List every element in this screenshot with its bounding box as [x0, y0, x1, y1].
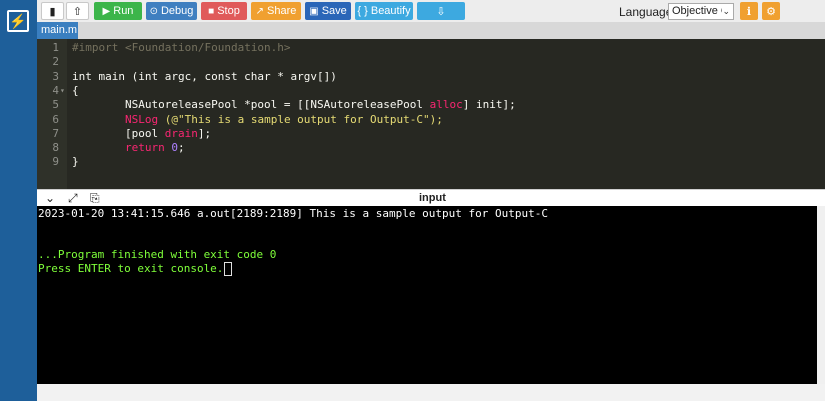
chevron-down-icon: ⌄ — [722, 4, 730, 19]
code-line-9: } — [72, 155, 79, 169]
line-number: 5 — [52, 98, 59, 112]
input-tab[interactable]: input — [419, 192, 446, 204]
import-directive: #import — [72, 41, 119, 54]
info-icon: ℹ — [746, 5, 752, 18]
console-cursor — [224, 262, 233, 276]
output-console[interactable]: 2023-01-20 13:41:15.646 a.out[2189:2189]… — [37, 206, 817, 384]
code-line-1: #import <Foundation/Foundation.h> — [72, 41, 291, 55]
fold-arrow-icon[interactable]: ▾ — [60, 86, 65, 95]
alloc-method: alloc — [429, 98, 463, 112]
upload-icon: ⇧ — [72, 5, 83, 18]
file-icon: ▮ — [49, 5, 56, 18]
line-number: 9 — [52, 155, 59, 169]
code-editor[interactable]: 1 2 3 4 ▾ 5 6 7 8 9 #import <Foundation/… — [37, 39, 825, 189]
share-label: Share — [267, 5, 297, 17]
language-select[interactable]: Objective C ⌄ — [668, 3, 734, 20]
line-number: 6 — [52, 112, 59, 126]
console-output-line: 2023-01-20 13:41:15.646 a.out[2189:2189]… — [38, 207, 548, 220]
code-text: ] init]; — [462, 98, 516, 112]
debug-button[interactable]: ⊙ Debug — [146, 2, 197, 20]
number-literal: 0 — [171, 141, 178, 155]
download-button[interactable]: ⇩ — [417, 2, 465, 20]
code-line-5: NSAutoreleasePool *pool = [[NSAutoreleas… — [72, 98, 516, 112]
code-text: [pool — [72, 126, 165, 140]
return-keyword: return — [124, 141, 165, 155]
copy-icon[interactable]: ⎘ — [90, 191, 100, 206]
save-button[interactable]: ▣ Save — [305, 2, 351, 20]
drain-method: drain — [164, 126, 198, 140]
debug-label: Debug — [160, 5, 194, 17]
run-label: Run — [113, 5, 134, 17]
line-number: 1 — [52, 41, 59, 54]
nslog-call: NSLog — [124, 112, 159, 126]
expand-icon[interactable]: ⤢ — [68, 191, 78, 206]
download-icon: ⇩ — [436, 5, 446, 18]
tab-main-m[interactable]: main.m — [37, 22, 78, 39]
line-number: 8 — [52, 141, 59, 155]
console-toolbar: ⌄ ⤢ ⎘ input — [37, 189, 825, 207]
line-number: 3 — [52, 69, 59, 83]
code-line-6: NSLog (@"This is a sample output for Out… — [72, 113, 443, 127]
beautify-button[interactable]: { } Beautify — [355, 2, 413, 20]
language-label: Language — [619, 5, 673, 19]
stop-label: Stop — [217, 5, 240, 17]
line-number: 4 — [52, 83, 59, 97]
debug-icon: ⊙ — [149, 5, 158, 17]
console-prompt-line: Press ENTER to exit console. — [38, 262, 233, 276]
logo-icon[interactable]: ⚡ — [7, 10, 29, 32]
stop-button[interactable]: ■ Stop — [201, 2, 247, 20]
line-number: 7 — [52, 126, 59, 140]
line-number: 2 — [52, 55, 59, 69]
save-icon: ▣ — [309, 5, 319, 17]
code-text: ]; — [197, 126, 212, 140]
play-icon: ▶ — [102, 5, 111, 17]
code-text: NSAutoreleasePool *pool = [[NSAutoreleas… — [72, 98, 430, 112]
info-button[interactable]: ℹ — [740, 2, 758, 20]
gear-icon: ⚙ — [766, 5, 776, 18]
share-button[interactable]: ↗ Share — [251, 2, 301, 20]
left-sidebar: ⚡ — [0, 0, 37, 401]
settings-button[interactable]: ⚙ — [762, 2, 780, 20]
import-path: <Foundation/Foundation.h> — [124, 41, 291, 54]
string-literal: (@"This is a sample output for Output-C"… — [164, 112, 443, 126]
language-value: Objective C — [672, 5, 729, 17]
code-line-8: return 0; — [72, 141, 185, 155]
console-status-line: ...Program finished with exit code 0 — [38, 248, 277, 261]
prompt-text: Press ENTER to exit console. — [38, 262, 224, 275]
upload-button[interactable]: ⇧ — [66, 2, 89, 20]
file-tab-bar: main.m — [37, 22, 825, 39]
console-scrollbar[interactable] — [817, 206, 825, 384]
code-line-4: { — [72, 83, 79, 97]
stop-icon: ■ — [208, 5, 215, 17]
beautify-label: { } Beautify — [357, 5, 411, 17]
run-button[interactable]: ▶ Run — [94, 2, 142, 20]
code-text: ; — [177, 141, 185, 155]
save-label: Save — [321, 5, 347, 17]
code-line-7: [pool drain]; — [72, 127, 211, 141]
share-icon: ↗ — [255, 5, 265, 17]
chevron-down-icon[interactable]: ⌄ — [45, 191, 55, 205]
code-line-3: int main (int argc, const char * argv[]) — [72, 69, 337, 83]
new-file-button[interactable]: ▮ — [41, 2, 64, 20]
bottom-bar — [37, 384, 825, 401]
toolbar: ▮ ⇧ ▶ Run ⊙ Debug ■ Stop ↗ Share ▣ Save … — [37, 0, 825, 23]
